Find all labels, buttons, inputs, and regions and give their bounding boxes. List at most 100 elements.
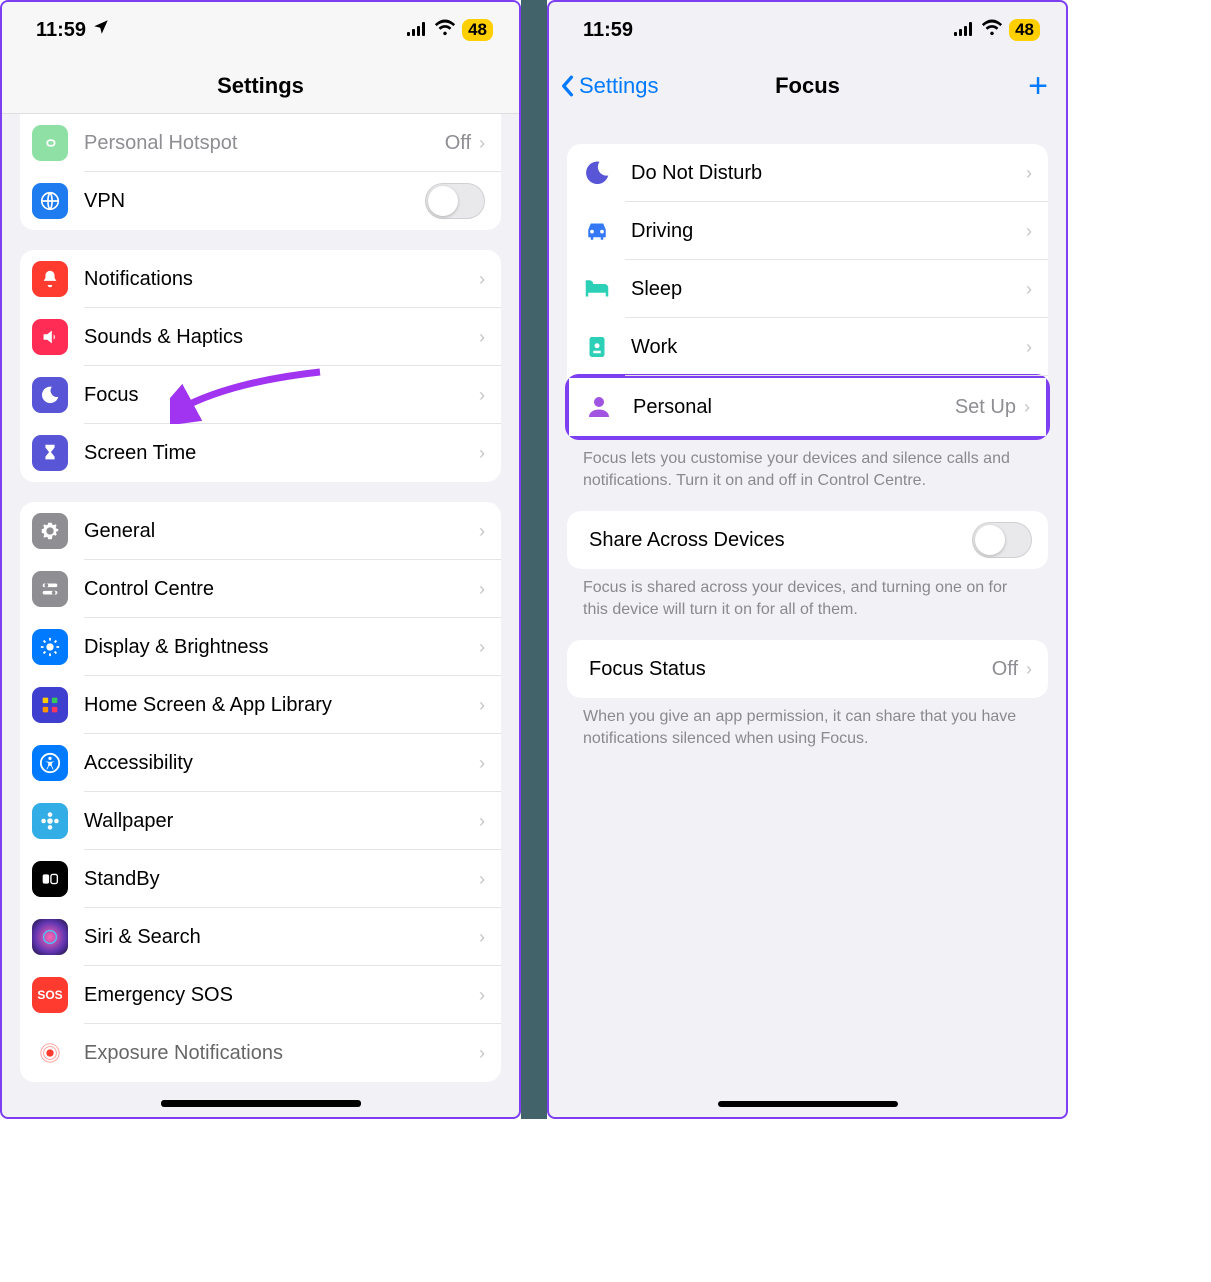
row-label: Personal Hotspot	[84, 132, 445, 155]
battery-level: 48	[1009, 19, 1040, 41]
navbar: Settings	[2, 58, 519, 114]
dnd-row[interactable]: Do Not Disturb ›	[567, 144, 1048, 202]
share-group: Share Across Devices	[567, 511, 1048, 569]
cellular-icon	[406, 19, 428, 42]
vpn-row[interactable]: VPN	[20, 172, 501, 230]
home-indicator[interactable]	[161, 1100, 361, 1107]
switches-icon	[32, 571, 68, 607]
siri-icon	[32, 919, 68, 955]
clock: 11:59	[583, 19, 633, 42]
general-row[interactable]: General ›	[20, 502, 501, 560]
modes-footer: Focus lets you customise your devices an…	[549, 440, 1066, 491]
wifi-icon	[434, 18, 456, 42]
exposure-icon	[32, 1035, 68, 1071]
home-indicator[interactable]	[718, 1101, 898, 1107]
row-label: Personal	[633, 396, 955, 419]
row-label: Driving	[631, 220, 1026, 243]
cellular-icon	[953, 19, 975, 42]
network-group: Personal Hotspot Off › VPN	[20, 114, 501, 230]
display-brightness-row[interactable]: Display & Brightness ›	[20, 618, 501, 676]
row-label: General	[84, 520, 479, 543]
general-group: General › Control Centre › Display & Bri…	[20, 502, 501, 1082]
notifications-row[interactable]: Notifications ›	[20, 250, 501, 308]
sounds-haptics-row[interactable]: Sounds & Haptics ›	[20, 308, 501, 366]
chevron-right-icon: ›	[1026, 279, 1032, 300]
sos-icon: SOS	[32, 977, 68, 1013]
speaker-icon	[32, 319, 68, 355]
chevron-left-icon	[559, 75, 575, 97]
chevron-right-icon: ›	[479, 579, 485, 600]
exposure-notifications-row[interactable]: Exposure Notifications ›	[20, 1024, 501, 1082]
moon-icon	[32, 377, 68, 413]
link-icon	[32, 125, 68, 161]
flower-icon	[32, 803, 68, 839]
page-title: Settings	[217, 73, 304, 99]
back-button[interactable]: Settings	[559, 73, 659, 99]
vpn-toggle[interactable]	[425, 183, 485, 219]
moon-icon	[579, 155, 615, 191]
chevron-right-icon: ›	[479, 521, 485, 542]
row-label: Accessibility	[84, 752, 479, 775]
work-row[interactable]: Work ›	[567, 318, 1048, 376]
row-label: Focus	[84, 384, 479, 407]
bell-icon	[32, 261, 68, 297]
row-label: Home Screen & App Library	[84, 694, 479, 717]
row-label: Screen Time	[84, 442, 479, 465]
driving-row[interactable]: Driving ›	[567, 202, 1048, 260]
globe-icon	[32, 183, 68, 219]
gear-icon	[32, 513, 68, 549]
settings-screen: 11:59 48 Settings Personal Hotspot Off ›	[0, 0, 521, 1119]
wallpaper-row[interactable]: Wallpaper ›	[20, 792, 501, 850]
focus-status-row[interactable]: Focus Status Off ›	[567, 640, 1048, 698]
chevron-right-icon: ›	[479, 1043, 485, 1064]
accessibility-row[interactable]: Accessibility ›	[20, 734, 501, 792]
control-centre-row[interactable]: Control Centre ›	[20, 560, 501, 618]
chevron-right-icon: ›	[479, 927, 485, 948]
focus-modes-group: Do Not Disturb › Driving › Sleep ›	[567, 144, 1048, 440]
row-label: Siri & Search	[84, 926, 479, 949]
chevron-right-icon: ›	[479, 811, 485, 832]
badge-icon	[579, 329, 615, 365]
row-label: StandBy	[84, 868, 479, 891]
standby-row[interactable]: StandBy ›	[20, 850, 501, 908]
add-button[interactable]: +	[1028, 67, 1048, 106]
sleep-row[interactable]: Sleep ›	[567, 260, 1048, 318]
status-bar: 11:59 48	[549, 2, 1066, 58]
share-across-row[interactable]: Share Across Devices	[567, 511, 1048, 569]
screen-time-row[interactable]: Screen Time ›	[20, 424, 501, 482]
row-label: Emergency SOS	[84, 984, 479, 1007]
share-toggle[interactable]	[972, 522, 1032, 558]
navbar: Settings Focus +	[549, 58, 1066, 114]
focus-row[interactable]: Focus ›	[20, 366, 501, 424]
status-bar: 11:59 48	[2, 2, 519, 58]
row-label: Sleep	[631, 278, 1026, 301]
row-label: Display & Brightness	[84, 636, 479, 659]
person-icon	[581, 389, 617, 425]
row-label: Focus Status	[589, 658, 992, 681]
apps-icon	[32, 687, 68, 723]
chevron-right-icon: ›	[479, 985, 485, 1006]
notify-group: Notifications › Sounds & Haptics › Focus…	[20, 250, 501, 482]
chevron-right-icon: ›	[479, 637, 485, 658]
personal-hotspot-row[interactable]: Personal Hotspot Off ›	[20, 114, 501, 172]
home-screen-row[interactable]: Home Screen & App Library ›	[20, 676, 501, 734]
divider	[521, 0, 547, 1119]
settings-list[interactable]: Personal Hotspot Off › VPN Notifications…	[2, 114, 519, 1117]
chevron-right-icon: ›	[479, 327, 485, 348]
bed-icon	[579, 271, 615, 307]
row-label: VPN	[84, 190, 425, 213]
siri-search-row[interactable]: Siri & Search ›	[20, 908, 501, 966]
chevron-right-icon: ›	[479, 385, 485, 406]
status-footer: When you give an app permission, it can …	[549, 698, 1066, 749]
row-label: Share Across Devices	[589, 529, 972, 552]
wifi-icon	[981, 18, 1003, 42]
emergency-sos-row[interactable]: SOS Emergency SOS ›	[20, 966, 501, 1024]
accessibility-icon	[32, 745, 68, 781]
share-footer: Focus is shared across your devices, and…	[549, 569, 1066, 620]
chevron-right-icon: ›	[479, 133, 485, 154]
chevron-right-icon: ›	[1024, 397, 1030, 418]
focus-list[interactable]: Do Not Disturb › Driving › Sleep ›	[549, 114, 1066, 1117]
status-group: Focus Status Off ›	[567, 640, 1048, 698]
chevron-right-icon: ›	[1026, 659, 1032, 680]
personal-row[interactable]: Personal Set Up ›	[569, 378, 1046, 436]
